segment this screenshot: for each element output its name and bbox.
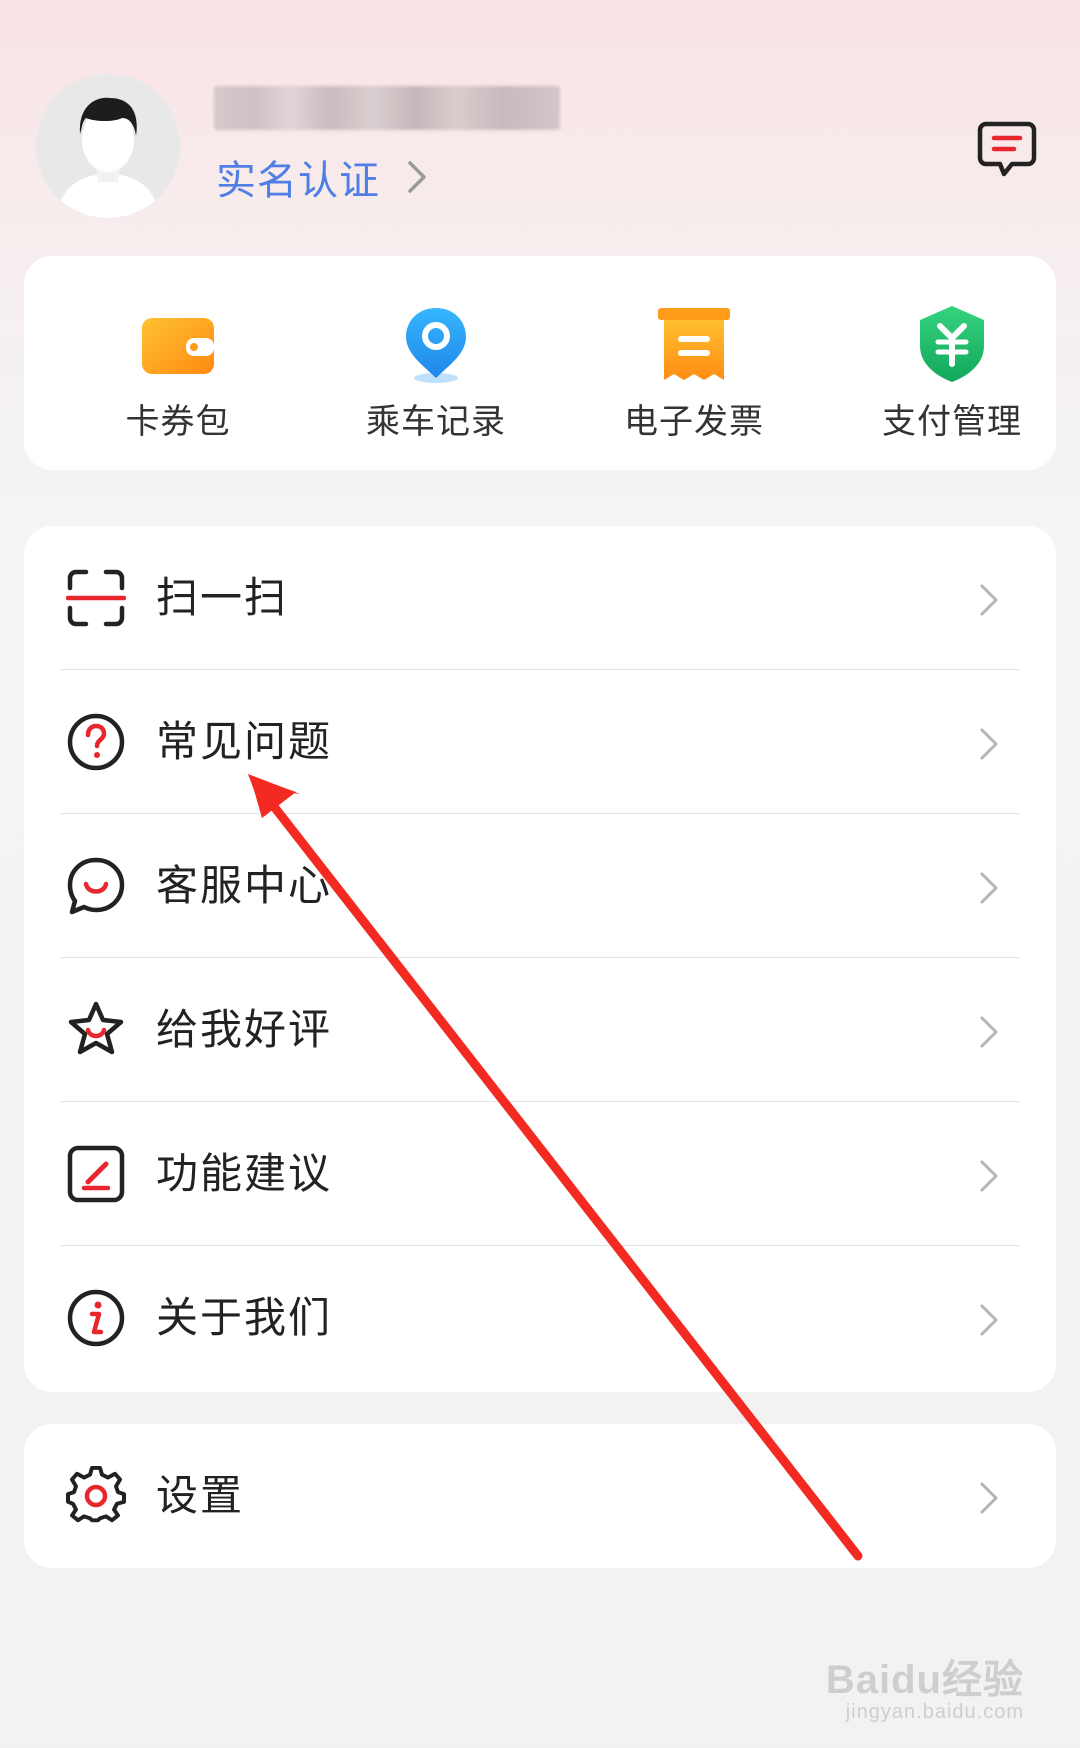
menu-item-rate-us[interactable]: 给我好评 <box>24 958 1056 1102</box>
settings-card: 设置 <box>24 1424 1056 1568</box>
menu-list-card: 扫一扫 常见问题 客服中心 给我好评 功能建议 关于我们 <box>24 526 1056 1392</box>
chevron-right-icon <box>980 1482 998 1514</box>
default-avatar-icon <box>36 74 180 218</box>
yuan-shield-icon <box>920 306 984 382</box>
realname-verify-link[interactable]: 实名认证 <box>216 150 432 204</box>
chevron-right-icon <box>980 1016 998 1048</box>
menu-item-feedback[interactable]: 功能建议 <box>24 1102 1056 1246</box>
menu-item-settings[interactable]: 设置 <box>24 1424 1056 1568</box>
menu-item-label: 常见问题 <box>156 717 333 766</box>
quick-action-label: 乘车记录 <box>366 402 506 442</box>
menu-item-faq[interactable]: 常见问题 <box>24 670 1056 814</box>
quick-action-label: 支付管理 <box>882 402 1022 442</box>
question-icon <box>67 713 125 771</box>
edit-icon <box>67 1145 125 1203</box>
chevron-right-icon <box>980 872 998 904</box>
chevron-right-icon <box>980 728 998 760</box>
menu-item-label: 设置 <box>156 1471 245 1520</box>
quick-actions-card: 卡券包 乘车记录 电子发票 支付管理 <box>24 256 1056 470</box>
chevron-right-icon <box>408 161 426 193</box>
menu-item-label: 客服中心 <box>156 861 333 910</box>
menu-item-label: 给我好评 <box>156 1005 333 1054</box>
username-redacted <box>214 86 560 130</box>
baidu-jingyan-watermark: Baidu经验 jingyan.baidu.com <box>826 1647 1024 1724</box>
quick-action-label: 电子发票 <box>624 402 764 442</box>
menu-item-label: 关于我们 <box>156 1293 333 1342</box>
message-icon[interactable] <box>976 118 1038 180</box>
avatar[interactable] <box>36 74 180 218</box>
quick-action-ride-records[interactable]: 乘车记录 <box>307 256 565 470</box>
menu-item-about-us[interactable]: 关于我们 <box>24 1246 1056 1390</box>
watermark-logo-text: Baidu经验 <box>825 1658 1024 1702</box>
menu-item-scan[interactable]: 扫一扫 <box>24 526 1056 670</box>
menu-item-label: 扫一扫 <box>156 573 289 622</box>
chat-smile-icon <box>67 857 125 915</box>
chevron-right-icon <box>980 1160 998 1192</box>
chevron-right-icon <box>980 584 998 616</box>
watermark-url: jingyan.baidu.com <box>845 1701 1024 1723</box>
menu-item-customer-service[interactable]: 客服中心 <box>24 814 1056 958</box>
chevron-right-icon <box>980 1304 998 1336</box>
realname-verify-label: 实名认证 <box>216 158 380 204</box>
invoice-icon <box>658 308 730 380</box>
gear-icon <box>66 1466 126 1523</box>
scan-icon <box>66 569 126 627</box>
info-icon <box>67 1289 125 1347</box>
quick-action-label: 卡券包 <box>125 402 231 442</box>
quick-action-payment-manage[interactable]: 支付管理 <box>823 256 1080 470</box>
quick-action-card-wallet[interactable]: 卡券包 <box>49 256 307 470</box>
location-pin-icon <box>406 308 466 383</box>
menu-item-label: 功能建议 <box>156 1149 333 1198</box>
wallet-icon <box>142 318 214 374</box>
star-smile-icon <box>68 1001 124 1055</box>
quick-action-e-invoice[interactable]: 电子发票 <box>565 256 823 470</box>
